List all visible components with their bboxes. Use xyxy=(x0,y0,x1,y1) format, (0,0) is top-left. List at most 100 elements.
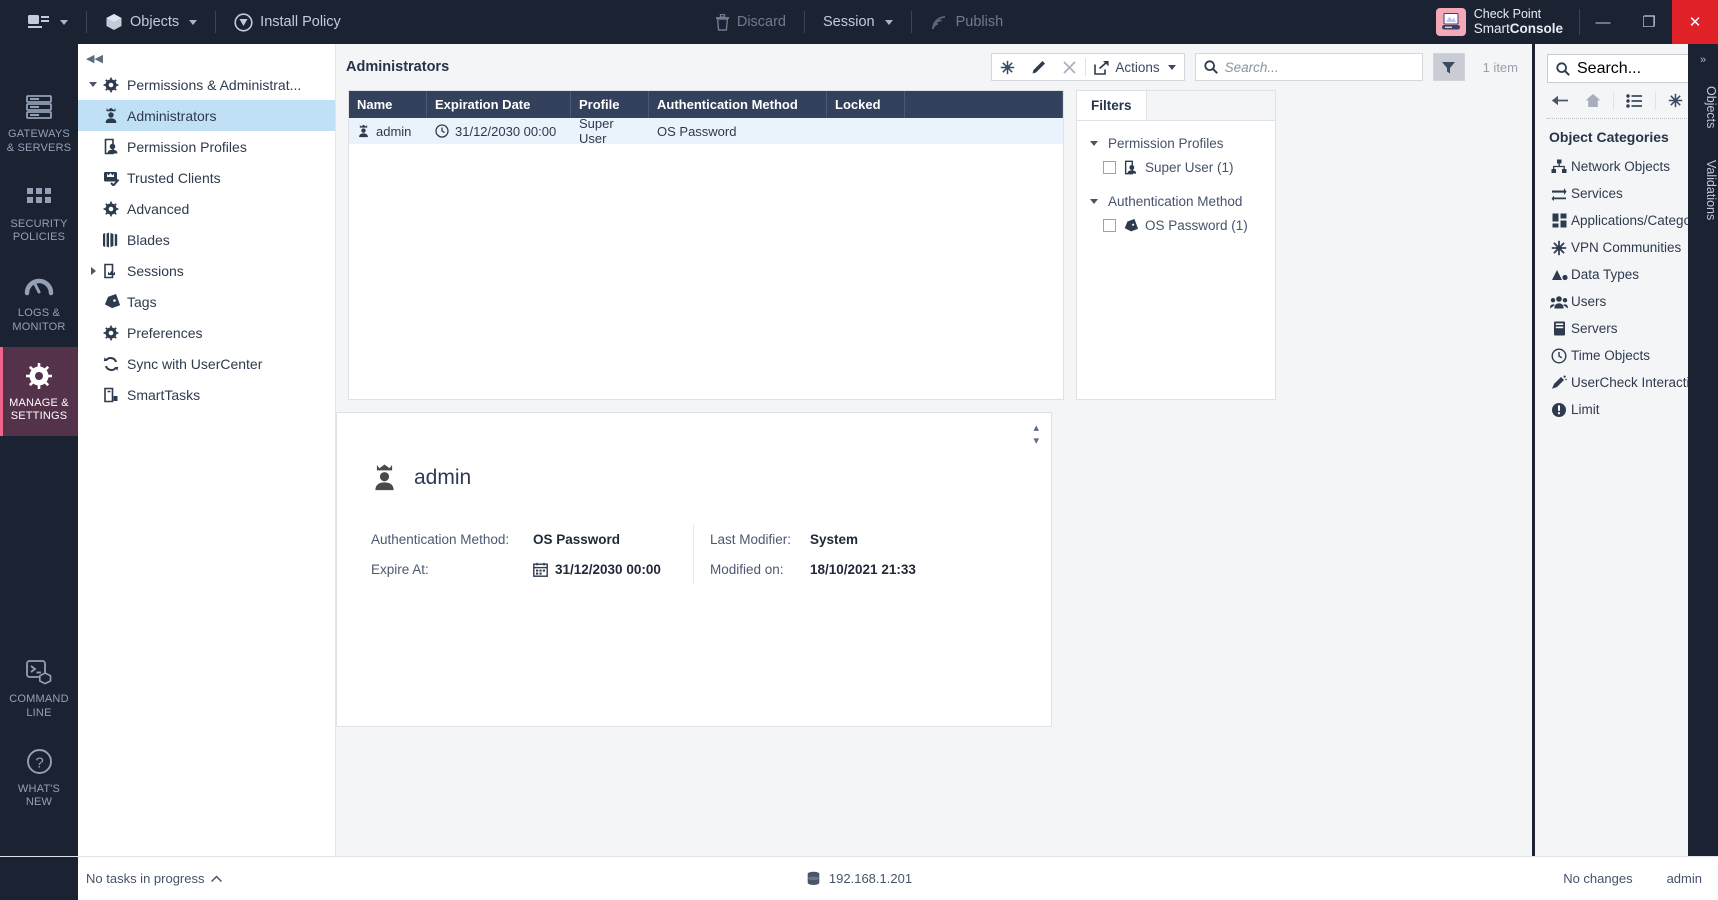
checkpoint-logo-text: Check Point SmartConsole xyxy=(1474,7,1563,37)
calendar-icon xyxy=(533,562,548,577)
filter-toggle-button[interactable] xyxy=(1432,53,1465,81)
servers-icon xyxy=(3,92,75,122)
objects-home-button[interactable] xyxy=(1581,91,1605,110)
publish-button[interactable]: Publish xyxy=(920,9,1014,36)
minimize-button[interactable]: — xyxy=(1580,0,1626,44)
tree-item-sync-with-usercenter[interactable]: Sync with UserCenter xyxy=(78,348,335,379)
current-user: admin xyxy=(1666,871,1702,886)
profile-icon xyxy=(1123,160,1138,175)
tree-item-permissions-administration[interactable]: Permissions & Administrat... xyxy=(78,69,335,100)
chevron-down-icon[interactable] xyxy=(1087,199,1101,204)
tag-icon xyxy=(100,293,122,310)
tree-item-administrators[interactable]: Administrators xyxy=(78,100,335,131)
objects-back-button[interactable] xyxy=(1547,92,1573,109)
expand-panel-icon[interactable]: » xyxy=(1688,44,1718,66)
status-bar-right: No changes admin xyxy=(1563,871,1702,886)
tab-filters[interactable]: Filters xyxy=(1077,91,1147,120)
session-menu-button[interactable]: Session xyxy=(813,9,903,35)
server-ip-text: 192.168.1.201 xyxy=(828,871,913,886)
data-types-icon xyxy=(1547,268,1571,282)
objects-search-placeholder: Search... xyxy=(1577,59,1642,77)
rail-item-gateways-servers[interactable]: GATEWAYS & SERVERS xyxy=(0,78,78,168)
expand-collapse-icon[interactable]: ▴ ▾ xyxy=(1033,421,1039,447)
admin-crown-icon xyxy=(100,107,122,124)
discard-button[interactable]: Discard xyxy=(705,9,796,36)
filter-checkbox[interactable] xyxy=(1103,161,1116,174)
title-bar-center-group: Discard Session Publish xyxy=(649,9,1069,36)
filter-group-title: Permission Profiles xyxy=(1108,136,1224,151)
detail-value: OS Password xyxy=(533,531,621,547)
tasks-status[interactable]: No tasks in progress xyxy=(86,871,222,886)
rail-label: COMMAND LINE xyxy=(9,693,69,719)
session-label: Session xyxy=(823,14,875,30)
tree-item-preferences[interactable]: Preferences xyxy=(78,317,335,348)
column-header-expiration-date[interactable]: Expiration Date xyxy=(427,91,571,118)
chevron-down-icon[interactable] xyxy=(1087,141,1101,146)
maximize-button[interactable]: ❐ xyxy=(1626,0,1672,44)
app-menu-button[interactable] xyxy=(18,9,78,35)
objects-panel: Search... Object Categories Network Obje… xyxy=(1532,44,1718,856)
column-header-locked[interactable]: Locked xyxy=(827,91,905,118)
chevron-right-icon[interactable] xyxy=(86,266,100,275)
tree-item-sessions[interactable]: Sessions xyxy=(78,255,335,286)
filter-group-header[interactable]: Authentication Method xyxy=(1077,189,1275,214)
pencil-icon xyxy=(1031,60,1046,75)
tree-item-advanced[interactable]: Advanced xyxy=(78,193,335,224)
delete-administrator-button[interactable] xyxy=(1054,54,1085,80)
applications-icon xyxy=(1547,213,1571,228)
detail-column-left: Authentication Method: OS Password Expir… xyxy=(371,524,693,584)
tree-item-blades[interactable]: Blades xyxy=(78,224,335,255)
table-row[interactable]: admin 31/12/2030 00:00 Super User OS Pas… xyxy=(349,116,1063,146)
tree-item-label: Trusted Clients xyxy=(127,169,221,186)
rail-item-logs-monitor[interactable]: LOGS & MONITOR xyxy=(0,257,78,347)
cell-profile: Super User xyxy=(579,116,614,146)
servers-icon xyxy=(1547,321,1571,336)
table-and-filters-row: Name Expiration Date Profile Authenticat… xyxy=(336,90,1532,400)
filter-checkbox[interactable] xyxy=(1103,219,1116,232)
filter-item-super-user[interactable]: Super User (1) xyxy=(1077,156,1275,179)
filter-item-os-password[interactable]: OS Password (1) xyxy=(1077,214,1275,237)
objects-menu-button[interactable]: Objects xyxy=(95,8,207,36)
close-button[interactable]: ✕ xyxy=(1672,0,1718,44)
column-header-authentication-method[interactable]: Authentication Method xyxy=(649,91,827,118)
edit-administrator-button[interactable] xyxy=(1023,54,1054,80)
column-header-name[interactable]: Name xyxy=(349,91,427,118)
gear-icon xyxy=(3,361,75,391)
sessions-icon xyxy=(100,263,122,279)
rail-item-manage-settings[interactable]: MANAGE & SETTINGS xyxy=(0,346,78,436)
search-input[interactable]: Search... xyxy=(1194,53,1423,81)
divider xyxy=(1655,91,1656,110)
detail-value-wrap: 31/12/2030 00:00 xyxy=(533,562,661,577)
right-vertical-tab-strip: » Objects Validations xyxy=(1688,44,1718,856)
services-icon xyxy=(1547,186,1571,201)
profile-icon xyxy=(100,138,122,155)
chevron-down-icon xyxy=(60,19,68,25)
collapse-left-icon[interactable]: ◀◀ xyxy=(78,44,335,69)
actions-menu-button[interactable]: Actions xyxy=(1086,54,1183,80)
install-policy-button[interactable]: Install Policy xyxy=(224,8,351,37)
tree-item-tags[interactable]: Tags xyxy=(78,286,335,317)
detail-value: 31/12/2030 00:00 xyxy=(555,561,661,577)
tree-item-permission-profiles[interactable]: Permission Profiles xyxy=(78,131,335,162)
rail-bottom-group: COMMAND LINE ? WHAT'S NEW xyxy=(0,643,78,822)
vtab-objects[interactable]: Objects xyxy=(1688,74,1718,140)
rail-item-command-line[interactable]: COMMAND LINE xyxy=(0,643,78,733)
tree-item-label: Permission Profiles xyxy=(127,138,247,155)
tree-item-trusted-clients[interactable]: Trusted Clients xyxy=(78,162,335,193)
filter-group-header[interactable]: Permission Profiles xyxy=(1077,131,1275,156)
blades-icon xyxy=(100,232,122,248)
tree-item-label: Advanced xyxy=(127,200,190,217)
vtab-validations[interactable]: Validations xyxy=(1688,148,1718,232)
rail-item-security-policies[interactable]: SECURITY POLICIES xyxy=(0,168,78,258)
objects-list-view-button[interactable] xyxy=(1622,92,1647,110)
settings-tree-panel: ◀◀ Permissions & Administrat... Administ… xyxy=(78,44,336,856)
tree-item-smarttasks[interactable]: SmartTasks xyxy=(78,379,335,410)
filter-group-authentication-method: Authentication Method OS Password (1) xyxy=(1077,179,1275,237)
rail-item-whats-new[interactable]: ? WHAT'S NEW xyxy=(0,733,78,823)
new-administrator-button[interactable] xyxy=(992,54,1023,80)
detail-label: Last Modifier: xyxy=(710,531,792,547)
divider xyxy=(86,11,87,33)
chevron-down-icon[interactable] xyxy=(86,82,100,87)
column-header-profile[interactable]: Profile xyxy=(571,91,649,118)
vpn-icon xyxy=(1547,240,1571,256)
